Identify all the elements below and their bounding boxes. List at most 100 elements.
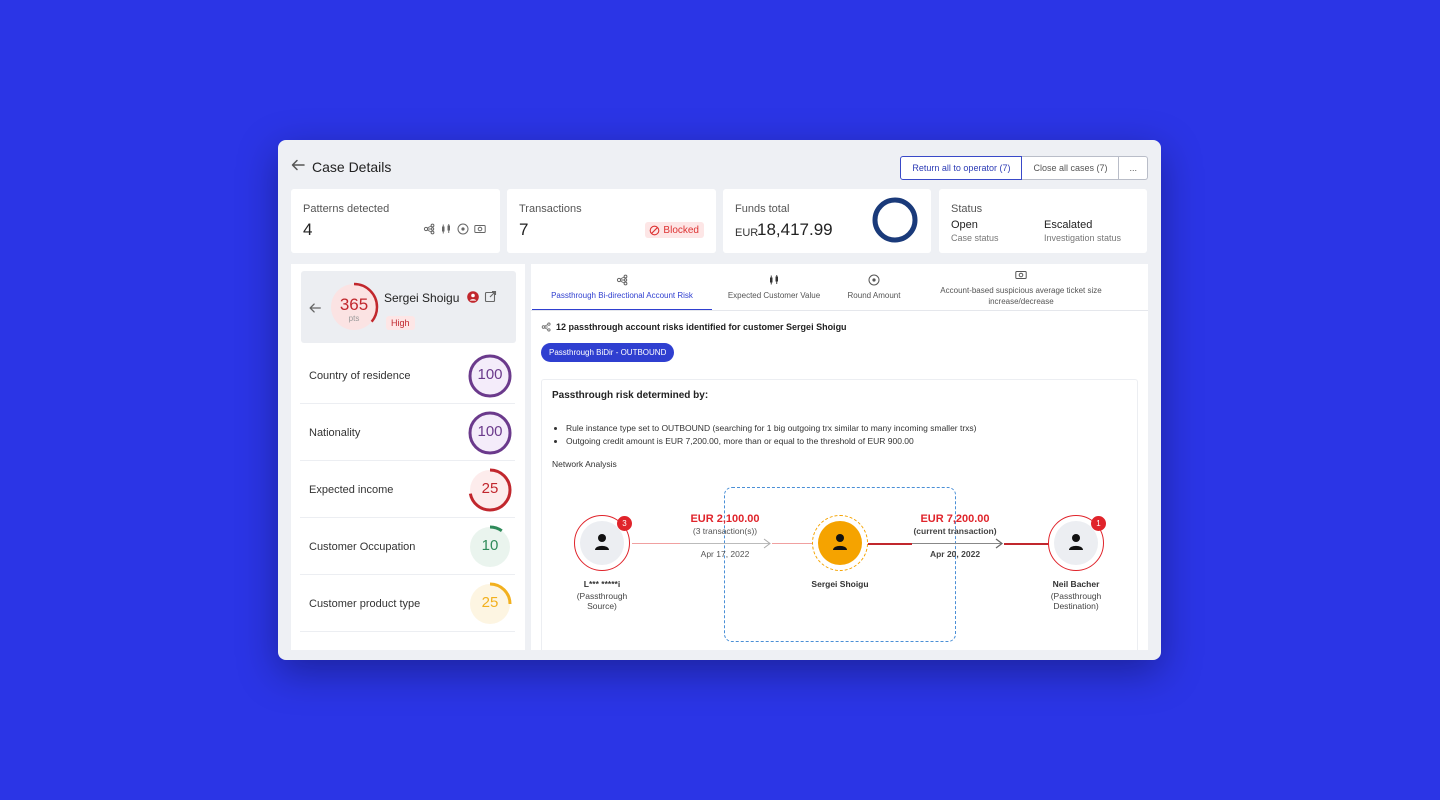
return-all-button[interactable]: Return all to operator (7) — [900, 156, 1023, 180]
outgoing-amount: EUR 7,200.00 — [920, 513, 990, 525]
investigation-status-value: Escalated — [1044, 219, 1093, 231]
edge-line — [680, 543, 770, 544]
risk-criteria-list: Rule instance type set to OUTBOUND (sear… — [566, 422, 977, 448]
target-circle-icon — [868, 274, 880, 286]
tab-expected-customer-value-label: Expected Customer Value — [727, 291, 821, 300]
risk-level-badge: High — [386, 316, 415, 330]
network-icon — [541, 322, 551, 332]
risk-factor-score: 100 — [467, 410, 513, 456]
outgoing-date: Apr 20, 2022 — [929, 549, 981, 559]
arrow-head-icon — [763, 538, 771, 549]
tab-round-amount[interactable]: Round Amount — [836, 264, 912, 311]
case-status-caption: Case status — [951, 233, 999, 243]
risk-factor-score: 10 — [467, 524, 513, 570]
risk-factor-value: 100 — [477, 423, 503, 440]
cash-icon — [474, 225, 486, 233]
investigation-status-caption: Investigation status — [1044, 233, 1122, 243]
transactions-card: Transactions 7 Blocked — [507, 189, 716, 253]
person-icon — [595, 534, 609, 550]
tab-ticket-size-label: Account-based suspicious average ticket … — [940, 286, 1102, 306]
network-analysis-title: Network Analysis — [552, 459, 617, 469]
risk-factor-label: Customer Occupation — [309, 541, 416, 553]
case-details-window: Case Details Return all to operator (7) … — [278, 140, 1161, 660]
tab-divider — [531, 310, 1148, 311]
case-status-value: Open — [951, 219, 978, 231]
external-link-icon[interactable] — [484, 290, 497, 303]
more-button[interactable]: ... — [1119, 156, 1148, 180]
close-all-button[interactable]: Close all cases (7) — [1022, 156, 1120, 180]
status-card: Status Open Case status Escalated Invest… — [939, 189, 1147, 253]
risk-detail-heading: Passthrough risk determined by: — [552, 390, 709, 401]
candlestick-icon — [442, 224, 450, 234]
back-arrow-icon[interactable] — [290, 157, 306, 173]
risk-factor-row: Customer Occupation 10 — [300, 519, 515, 575]
blocked-label: Blocked — [663, 224, 699, 236]
candlestick-icon — [770, 275, 778, 285]
risk-factor-value: 100 — [477, 366, 503, 383]
funds-donut-chart — [872, 197, 918, 243]
incoming-note: (3 transaction(s)) — [692, 526, 758, 536]
network-icon — [616, 274, 628, 286]
edge-line — [912, 543, 1002, 544]
funds-value: 18,417.99 — [757, 220, 833, 239]
network-icon — [423, 223, 435, 235]
person-icon — [833, 534, 847, 550]
edge-line — [1004, 543, 1050, 545]
source-count-badge: 3 — [617, 516, 632, 531]
incoming-amount: EUR 2,100.00 — [690, 513, 760, 525]
source-node[interactable]: 3 — [574, 515, 632, 571]
edge-line — [772, 543, 817, 544]
patterns-value: 4 — [303, 220, 313, 239]
source-name: L*** *****i — [583, 579, 621, 589]
risk-factor-value: 25 — [481, 480, 499, 497]
risk-factor-label: Customer product type — [309, 598, 421, 610]
risk-detail-box: Passthrough risk determined by: Rule ins… — [541, 379, 1138, 650]
customer-name: Sergei Shoigu — [811, 579, 869, 589]
risk-factor-value: 10 — [481, 537, 499, 554]
customer-node[interactable] — [812, 515, 868, 571]
header-actions: Return all to operator (7) Close all cas… — [900, 156, 1148, 180]
filter-pill[interactable]: Passthrough BiDir - OUTBOUND — [541, 343, 675, 362]
tab-expected-customer-value[interactable]: Expected Customer Value — [715, 264, 833, 311]
source-role: (Passthrough Source) — [576, 591, 628, 611]
tab-passthrough[interactable]: Passthrough Bi-directional Account Risk — [532, 264, 712, 311]
risk-score: 365 pts — [328, 281, 380, 333]
risk-factor-label: Country of residence — [309, 370, 411, 382]
risk-score-unit: pts — [348, 314, 360, 323]
incoming-date: Apr 17, 2022 — [700, 549, 750, 559]
funds-label: Funds total — [735, 203, 790, 215]
pattern-detail-panel: Passthrough Bi-directional Account Risk … — [531, 264, 1148, 650]
customer-name: Sergei Shoigu — [384, 291, 460, 305]
case-status: Open Case status — [951, 219, 999, 243]
back-arrow-icon[interactable] — [308, 301, 322, 315]
patterns-card: Patterns detected 4 — [291, 189, 500, 253]
tab-passthrough-label: Passthrough Bi-directional Account Risk — [551, 291, 693, 300]
page-title: Case Details — [312, 159, 392, 175]
arrow-head-icon — [995, 538, 1003, 549]
risk-profile-panel: 365 pts Sergei Shoigu High Country of re… — [291, 264, 525, 650]
risk-factor-value: 25 — [481, 594, 499, 611]
pattern-icons — [423, 223, 486, 235]
target-circle-icon — [457, 223, 469, 235]
tab-ticket-size[interactable]: Account-based suspicious average ticket … — [921, 264, 1121, 311]
risk-factor-row: Nationality 100 — [300, 405, 515, 461]
risk-factor-row: Country of residence 100 — [300, 348, 515, 404]
risk-factor-row: Customer product type 25 — [300, 576, 515, 632]
funds-card: Funds total EUR 18,417.99 — [723, 189, 931, 253]
blocked-badge: Blocked — [645, 222, 704, 238]
risk-criterion: Rule instance type set to OUTBOUND (sear… — [566, 422, 977, 435]
cash-icon — [1015, 271, 1027, 279]
outgoing-note: (current transaction) — [913, 526, 997, 536]
risk-factor-score: 100 — [467, 353, 513, 399]
blocked-icon — [650, 225, 660, 235]
investigation-status: Escalated Investigation status — [1044, 219, 1121, 243]
risk-factor-score: 25 — [467, 581, 513, 627]
destination-node[interactable]: 1 — [1048, 515, 1106, 571]
transactions-value: 7 — [519, 220, 529, 239]
person-icon — [1069, 534, 1083, 550]
risk-factor-score: 25 — [467, 467, 513, 513]
tab-round-amount-label: Round Amount — [847, 291, 901, 300]
patterns-label: Patterns detected — [303, 203, 390, 215]
transactions-label: Transactions — [519, 203, 582, 215]
page-header: Case Details Return all to operator (7) … — [278, 140, 1161, 188]
